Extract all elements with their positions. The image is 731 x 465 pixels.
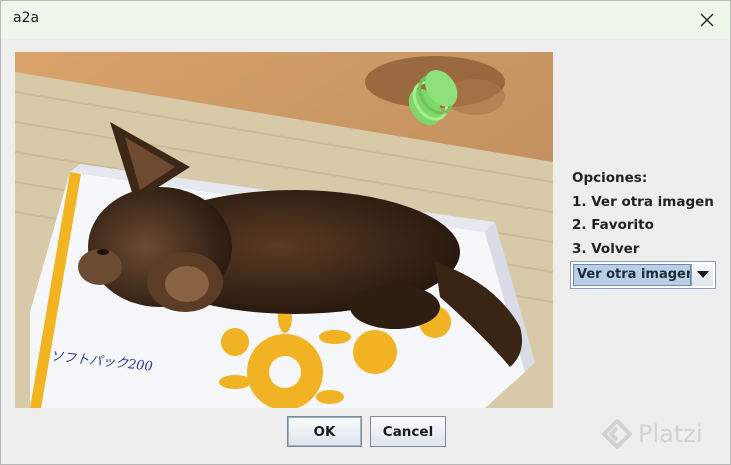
platzi-watermark: Platzi	[602, 419, 703, 449]
chevron-down-icon	[696, 271, 709, 278]
window-title: a2a	[13, 10, 40, 26]
platzi-logo-icon	[602, 419, 632, 449]
option-item-3: 3. Volver	[572, 240, 640, 257]
option-item-1: 1. Ver otra imagen	[572, 193, 714, 210]
options-panel: Opciones: 1. Ver otra imagen 2. Favorito…	[572, 167, 714, 261]
watermark-text: Platzi	[638, 420, 703, 448]
close-icon	[700, 13, 714, 27]
option-item-2: 2. Favorito	[572, 217, 654, 233]
kitten-image: ソフトパック200	[15, 52, 553, 408]
title-bar[interactable]: a2a	[1, 1, 730, 39]
options-dropdown[interactable]: Ver otra imagen	[570, 261, 716, 289]
dialog-window: a2a ソフトパック200 Opciones: 1. Ver otra imag…	[0, 0, 731, 465]
dropdown-arrow-button[interactable]	[691, 264, 713, 286]
close-button[interactable]	[684, 1, 730, 39]
cancel-button[interactable]: Cancel	[370, 416, 446, 447]
options-heading: Opciones:	[572, 170, 648, 186]
ok-button[interactable]: OK	[287, 416, 362, 447]
dropdown-selected-value[interactable]: Ver otra imagen	[573, 264, 691, 286]
